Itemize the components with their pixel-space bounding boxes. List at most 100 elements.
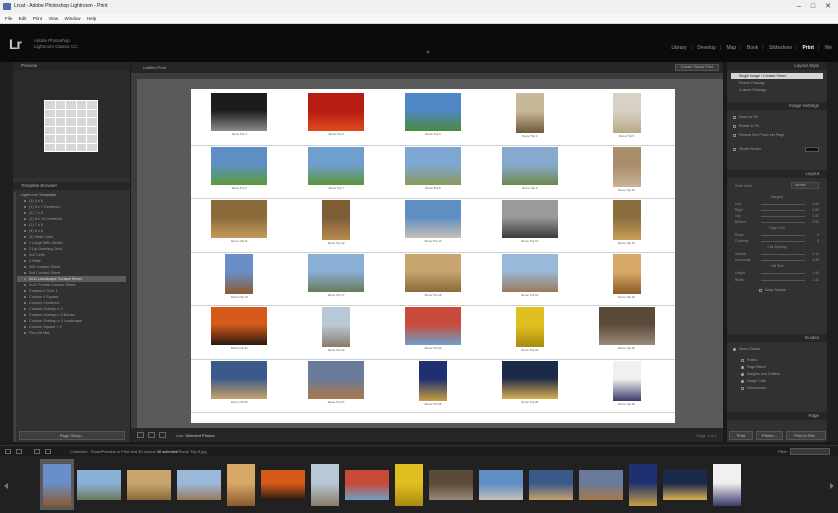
guide-option-checkbox[interactable]: Dimensions (739, 385, 823, 391)
photo-thumbnail[interactable] (515, 93, 544, 133)
ruler-units-dropdown[interactable]: Inches (791, 182, 819, 189)
margin-slider[interactable] (761, 204, 805, 205)
image-settings-header[interactable]: Image Settings (727, 102, 827, 110)
cell-spacing-slider[interactable] (761, 254, 805, 255)
filter-dropdown[interactable] (790, 448, 830, 455)
photo-thumbnail[interactable] (501, 253, 558, 292)
photo-thumbnail[interactable] (612, 146, 641, 187)
photo-thumbnail[interactable] (405, 200, 461, 238)
photo-thumbnail[interactable] (405, 307, 461, 345)
filmstrip-thumbnail[interactable] (308, 459, 342, 510)
filmstrip-thumbnail[interactable] (342, 459, 392, 510)
guide-option-checkbox[interactable]: Image Cells (739, 378, 823, 384)
guides-header[interactable]: Guides (727, 334, 827, 342)
cell-size-row[interactable]: Height 1.44 (735, 270, 819, 276)
show-guides-checkbox[interactable]: Show Guides (731, 346, 823, 352)
print-cell[interactable]: Rome Trip 11 (211, 200, 268, 254)
photo-thumbnail[interactable] (308, 360, 365, 399)
photo-thumbnail[interactable] (501, 146, 558, 185)
print-cell[interactable]: Rome Trip 27 (308, 360, 365, 415)
print-cell[interactable]: Rome Trip 9 (501, 146, 558, 201)
filmstrip-scroll-left-icon[interactable] (4, 483, 8, 489)
filmstrip-thumbnail[interactable] (526, 459, 576, 510)
print-cell[interactable]: Rome Trip 7 (308, 146, 365, 201)
layout-style-custom-package[interactable]: Custom Package (731, 87, 823, 93)
print-to-file-button[interactable]: Print to File... (786, 431, 826, 440)
page-header[interactable]: Page (727, 412, 827, 420)
forward-arrow-icon[interactable] (45, 449, 51, 454)
cell-size-row[interactable]: Width 1.40 (735, 277, 819, 283)
filmstrip-thumbnail[interactable] (576, 459, 626, 510)
layout-style-picture-package[interactable]: Picture Package (731, 80, 823, 86)
next-page-icon[interactable] (159, 432, 166, 438)
print-cell[interactable]: Rome Trip 26 (211, 360, 268, 415)
back-arrow-icon[interactable] (34, 449, 40, 454)
page-grid-row[interactable]: Columns 5 (735, 238, 819, 244)
printer-button[interactable]: Printer... (756, 431, 783, 440)
filmstrip-thumbnail[interactable] (476, 459, 526, 510)
margin-row[interactable]: Bottom 0.50 (735, 219, 819, 225)
filmstrip-thumbnail[interactable] (124, 459, 174, 510)
module-web[interactable]: We (825, 45, 832, 51)
previous-page-icon[interactable] (148, 432, 155, 438)
cell-size-value[interactable]: 1.44 (812, 270, 819, 276)
photo-thumbnail[interactable] (405, 146, 461, 185)
cell-size-slider[interactable] (761, 280, 805, 281)
page-grid-slider[interactable] (761, 241, 805, 242)
rotate-to-fit-checkbox[interactable]: Rotate to Fit (731, 123, 823, 129)
print-cell[interactable]: Rome Trip 29 (501, 360, 558, 415)
photo-thumbnail[interactable] (419, 360, 447, 401)
filmstrip-thumbnail[interactable] (426, 459, 476, 510)
create-saved-print-button[interactable]: Create Saved Print (674, 64, 719, 71)
menu-help[interactable]: Help (87, 14, 96, 24)
cell-spacing-slider[interactable] (761, 260, 805, 261)
menu-view[interactable]: View (48, 14, 58, 24)
guide-option-checkbox[interactable]: Margins and Gutters (739, 371, 823, 377)
cell-spacing-row[interactable]: Horizontal 0.25 (735, 257, 819, 263)
print-cell[interactable]: Rome Trip 15 (612, 200, 641, 254)
page-grid-value[interactable]: 5 (817, 238, 819, 244)
photo-thumbnail[interactable] (501, 360, 558, 399)
module-library[interactable]: Library (671, 45, 686, 51)
filmstrip-thumbnail[interactable] (74, 459, 124, 510)
zoom-to-fill-checkbox[interactable]: Zoom to Fill (731, 114, 823, 120)
print-cell[interactable]: Rome Trip 14 (501, 200, 558, 254)
print-cell[interactable]: Rome Trip 19 (501, 253, 558, 308)
print-cell[interactable]: Rome Trip 3 (405, 93, 461, 147)
print-cell[interactable]: Rome Trip 24 (515, 307, 544, 361)
print-cell[interactable]: Rome Trip 6 (211, 146, 268, 201)
photo-thumbnail[interactable] (211, 146, 268, 185)
maximize-button[interactable]: □ (806, 2, 820, 12)
print-button[interactable]: Print (729, 431, 753, 440)
menu-print[interactable]: Print (33, 14, 42, 24)
use-value[interactable]: Selected Photos (185, 433, 214, 438)
print-cell[interactable]: Rome Trip 25 (598, 307, 655, 361)
filmstrip-scroll-right-icon[interactable] (830, 483, 834, 489)
left-panel-scrollbar[interactable] (14, 192, 16, 442)
grid-view-icon[interactable] (5, 449, 11, 454)
photo-thumbnail[interactable] (405, 93, 461, 131)
preview-panel-header[interactable]: Preview (13, 62, 130, 70)
print-cell[interactable]: Rome Trip 17 (308, 253, 365, 308)
print-cell[interactable]: Rome Trip 10 (612, 146, 641, 201)
module-map[interactable]: Map (726, 45, 736, 51)
margin-slider[interactable] (761, 216, 805, 217)
layout-style-header[interactable]: Layout Style (727, 62, 827, 70)
guide-option-checkbox[interactable]: Page Bleed (739, 364, 823, 370)
cell-size-value[interactable]: 1.40 (812, 277, 819, 283)
template-item[interactable]: Fine Art Mat (17, 330, 126, 336)
print-cell[interactable]: Rome Trip 21 (211, 307, 268, 361)
filmstrip-source-info[interactable]: Collection : SmartPreview in Print fold … (70, 449, 207, 454)
layout-header[interactable]: Layout (727, 170, 827, 178)
print-cell[interactable]: Rome Trip 20 (612, 253, 641, 308)
photo-thumbnail[interactable] (405, 253, 461, 292)
page-setup-button[interactable]: Page Setup... (19, 431, 125, 440)
photo-thumbnail[interactable] (225, 253, 254, 294)
print-cell[interactable]: Rome Trip 28 (419, 360, 447, 415)
menu-window[interactable]: Window (65, 14, 81, 24)
photo-thumbnail[interactable] (501, 200, 558, 238)
cell-size-slider[interactable] (761, 273, 805, 274)
photo-thumbnail[interactable] (322, 307, 351, 347)
print-cell[interactable]: Rome Trip 5 (612, 93, 641, 147)
margin-slider[interactable] (761, 222, 805, 223)
